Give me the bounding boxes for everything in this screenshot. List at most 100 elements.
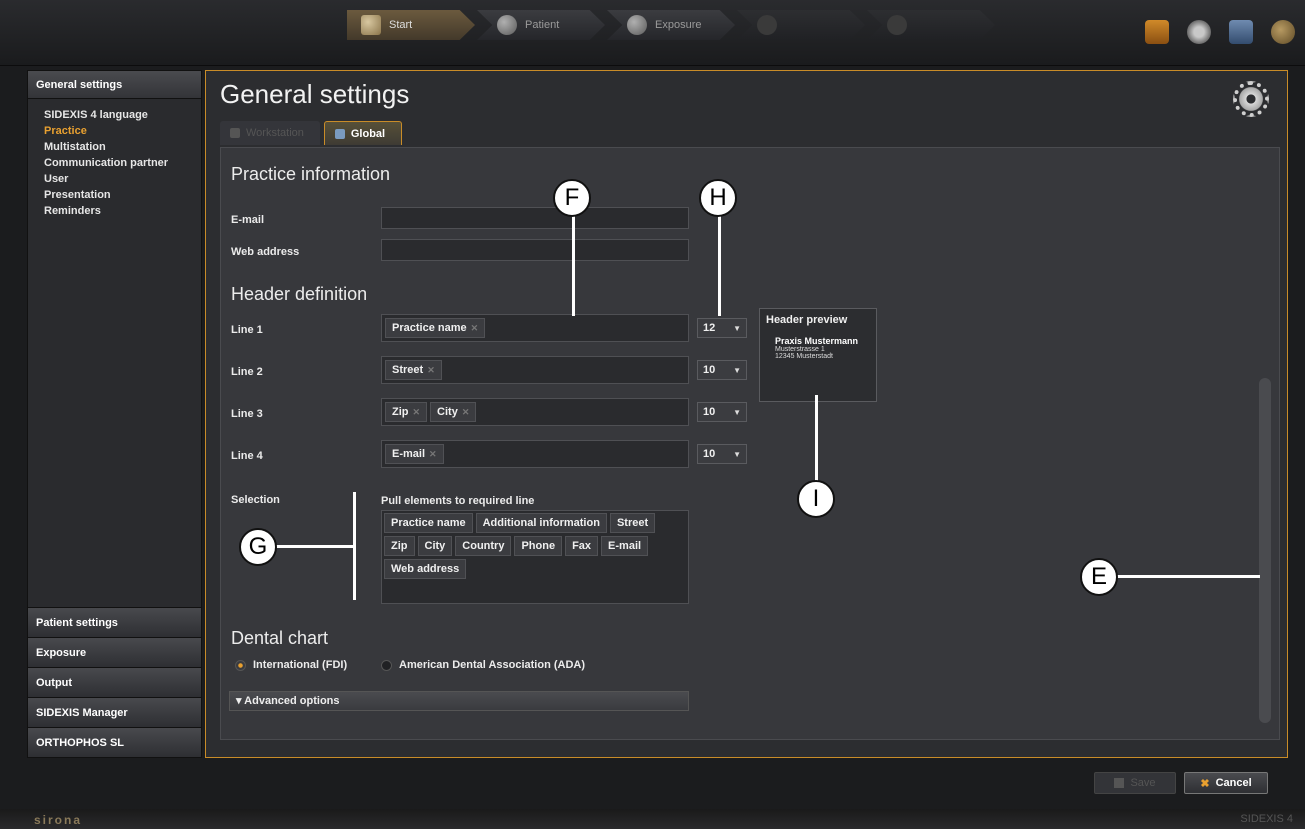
settings-gear-icon: [1233, 81, 1269, 117]
line-2-size-select[interactable]: 10 ▼: [697, 360, 747, 380]
email-field[interactable]: [381, 207, 689, 229]
sidebar-header-general-settings[interactable]: General settings: [28, 71, 201, 99]
chevron-down-icon: ▾: [236, 695, 245, 707]
line-2-field[interactable]: Street ✕: [381, 356, 689, 384]
exposure-icon: [627, 15, 647, 35]
sidebar-item-presentation[interactable]: Presentation: [28, 187, 201, 203]
sidebar-item-language[interactable]: SIDEXIS 4 language: [28, 107, 201, 123]
cancel-button[interactable]: ✖ Cancel: [1184, 772, 1268, 794]
size-value: 10: [703, 364, 716, 376]
pool-chip-city[interactable]: City: [417, 536, 453, 556]
pool-chip-street[interactable]: Street: [609, 513, 656, 533]
pool-chip-practice-name[interactable]: Practice name: [384, 513, 473, 533]
callout-g-bracket: [353, 492, 356, 600]
radio-unselected-icon: [381, 659, 392, 671]
pool-chip-additional-information[interactable]: Additional information: [475, 513, 607, 533]
workflow-step-label: Patient: [525, 19, 560, 31]
email-label: E-mail: [231, 214, 265, 226]
page-title: General settings: [220, 79, 410, 109]
sidebar-section-output[interactable]: Output: [28, 667, 201, 697]
sidebar-section-exposure[interactable]: Exposure: [28, 637, 201, 667]
chip-zip[interactable]: Zip ✕: [385, 402, 428, 422]
chevron-down-icon: ▼: [733, 407, 741, 417]
sidebar-section-patient-settings[interactable]: Patient settings: [28, 607, 201, 637]
line-1-size-select[interactable]: 12 ▼: [697, 318, 747, 338]
remove-icon[interactable]: ✕: [413, 402, 421, 422]
element-pool: Practice name Additional information Str…: [381, 510, 689, 604]
pool-row: Practice name Additional information Str…: [384, 513, 686, 533]
remove-icon[interactable]: ✕: [462, 402, 470, 422]
workflow-step-patient[interactable]: Patient: [477, 10, 605, 40]
chip-practice-name[interactable]: Practice name ✕: [385, 318, 486, 338]
remove-icon[interactable]: ✕: [429, 444, 437, 464]
selection-instruction: Pull elements to required line: [381, 495, 535, 507]
advanced-options-expander[interactable]: ▾ Advanced options: [229, 691, 689, 711]
line-2-label: Line 2: [231, 366, 263, 378]
workflow-step-start[interactable]: Start: [347, 10, 475, 40]
sidebar-item-user[interactable]: User: [28, 171, 201, 187]
size-value: 12: [703, 322, 716, 334]
pool-chip-country[interactable]: Country: [455, 536, 512, 556]
sidebar-item-practice[interactable]: Practice: [28, 123, 201, 139]
workflow-step-output: [867, 10, 995, 40]
callout-e-line: [1114, 575, 1260, 578]
sidebar-section-orthophos[interactable]: ORTHOPHOS SL: [28, 727, 201, 757]
line-4-label: Line 4: [231, 450, 263, 462]
line-4-field[interactable]: E-mail ✕: [381, 440, 689, 468]
pool-chip-zip[interactable]: Zip: [384, 536, 415, 556]
line-3-size-select[interactable]: 10 ▼: [697, 402, 747, 422]
scrollbar[interactable]: [1259, 378, 1271, 723]
radio-label: American Dental Association (ADA): [399, 659, 586, 671]
sidebar-item-reminders[interactable]: Reminders: [28, 203, 201, 219]
tab-label: Workstation: [246, 127, 304, 139]
pool-chip-web-address[interactable]: Web address: [384, 559, 467, 579]
globe-icon[interactable]: [1271, 20, 1295, 44]
callout-g-line: [274, 545, 356, 548]
line-3-field[interactable]: Zip ✕ City ✕: [381, 398, 689, 426]
sidebar-item-multistation[interactable]: Multistation: [28, 139, 201, 155]
radio-ada[interactable]: American Dental Association (ADA): [381, 659, 585, 671]
chip-city[interactable]: City ✕: [430, 402, 477, 422]
callout-e: E: [1080, 558, 1118, 596]
tab-bar: Workstation Global: [220, 121, 403, 145]
gear-icon[interactable]: [1187, 20, 1211, 44]
tab-workstation[interactable]: Workstation: [220, 121, 320, 145]
line-4-size-select[interactable]: 10 ▼: [697, 444, 747, 464]
chip-street[interactable]: Street ✕: [385, 360, 442, 380]
monitor-icon[interactable]: [1229, 20, 1253, 44]
sidebar-sections: Patient settings Exposure Output SIDEXIS…: [28, 607, 201, 757]
section-title-header: Header definition: [231, 284, 368, 304]
preview-line-1: Praxis Mustermann: [775, 336, 859, 346]
pool-row: Zip City Country Phone Fax E-mail: [384, 536, 686, 556]
tab-global[interactable]: Global: [323, 121, 403, 145]
sidebar-item-communication-partner[interactable]: Communication partner: [28, 155, 201, 171]
radio-fdi[interactable]: International (FDI): [235, 659, 347, 671]
radio-label: International (FDI): [253, 659, 348, 671]
remove-icon[interactable]: ✕: [471, 318, 479, 338]
workflow-step-label: Exposure: [655, 19, 702, 31]
brand-logo: sirona: [34, 813, 83, 827]
chip-label: City: [437, 406, 458, 418]
global-icon: [334, 128, 345, 139]
save-button[interactable]: Save: [1094, 772, 1176, 794]
book-icon[interactable]: [1145, 20, 1169, 44]
pool-chip-phone[interactable]: Phone: [514, 536, 563, 556]
remove-icon[interactable]: ✕: [427, 360, 435, 380]
save-label: Save: [1130, 777, 1156, 789]
sidebar-section-sidexis-manager[interactable]: SIDEXIS Manager: [28, 697, 201, 727]
top-toolbar: [1145, 20, 1295, 44]
chip-email[interactable]: E-mail ✕: [385, 444, 444, 464]
header-preview-title: Header preview: [766, 314, 848, 326]
pool-chip-fax[interactable]: Fax: [565, 536, 599, 556]
workflow-step-label: Start: [389, 19, 413, 31]
callout-h: H: [699, 179, 737, 217]
examine-icon: [757, 15, 777, 35]
callout-f-line: [572, 212, 575, 316]
workflow-step-exposure[interactable]: Exposure: [607, 10, 735, 40]
web-address-field[interactable]: [381, 239, 689, 261]
main-content: General settings Workstation Global Prac…: [205, 70, 1288, 758]
line-1-field[interactable]: Practice name ✕: [381, 314, 689, 342]
pool-row: Web address: [384, 559, 686, 579]
callout-h-line: [718, 212, 721, 316]
pool-chip-email[interactable]: E-mail: [601, 536, 649, 556]
